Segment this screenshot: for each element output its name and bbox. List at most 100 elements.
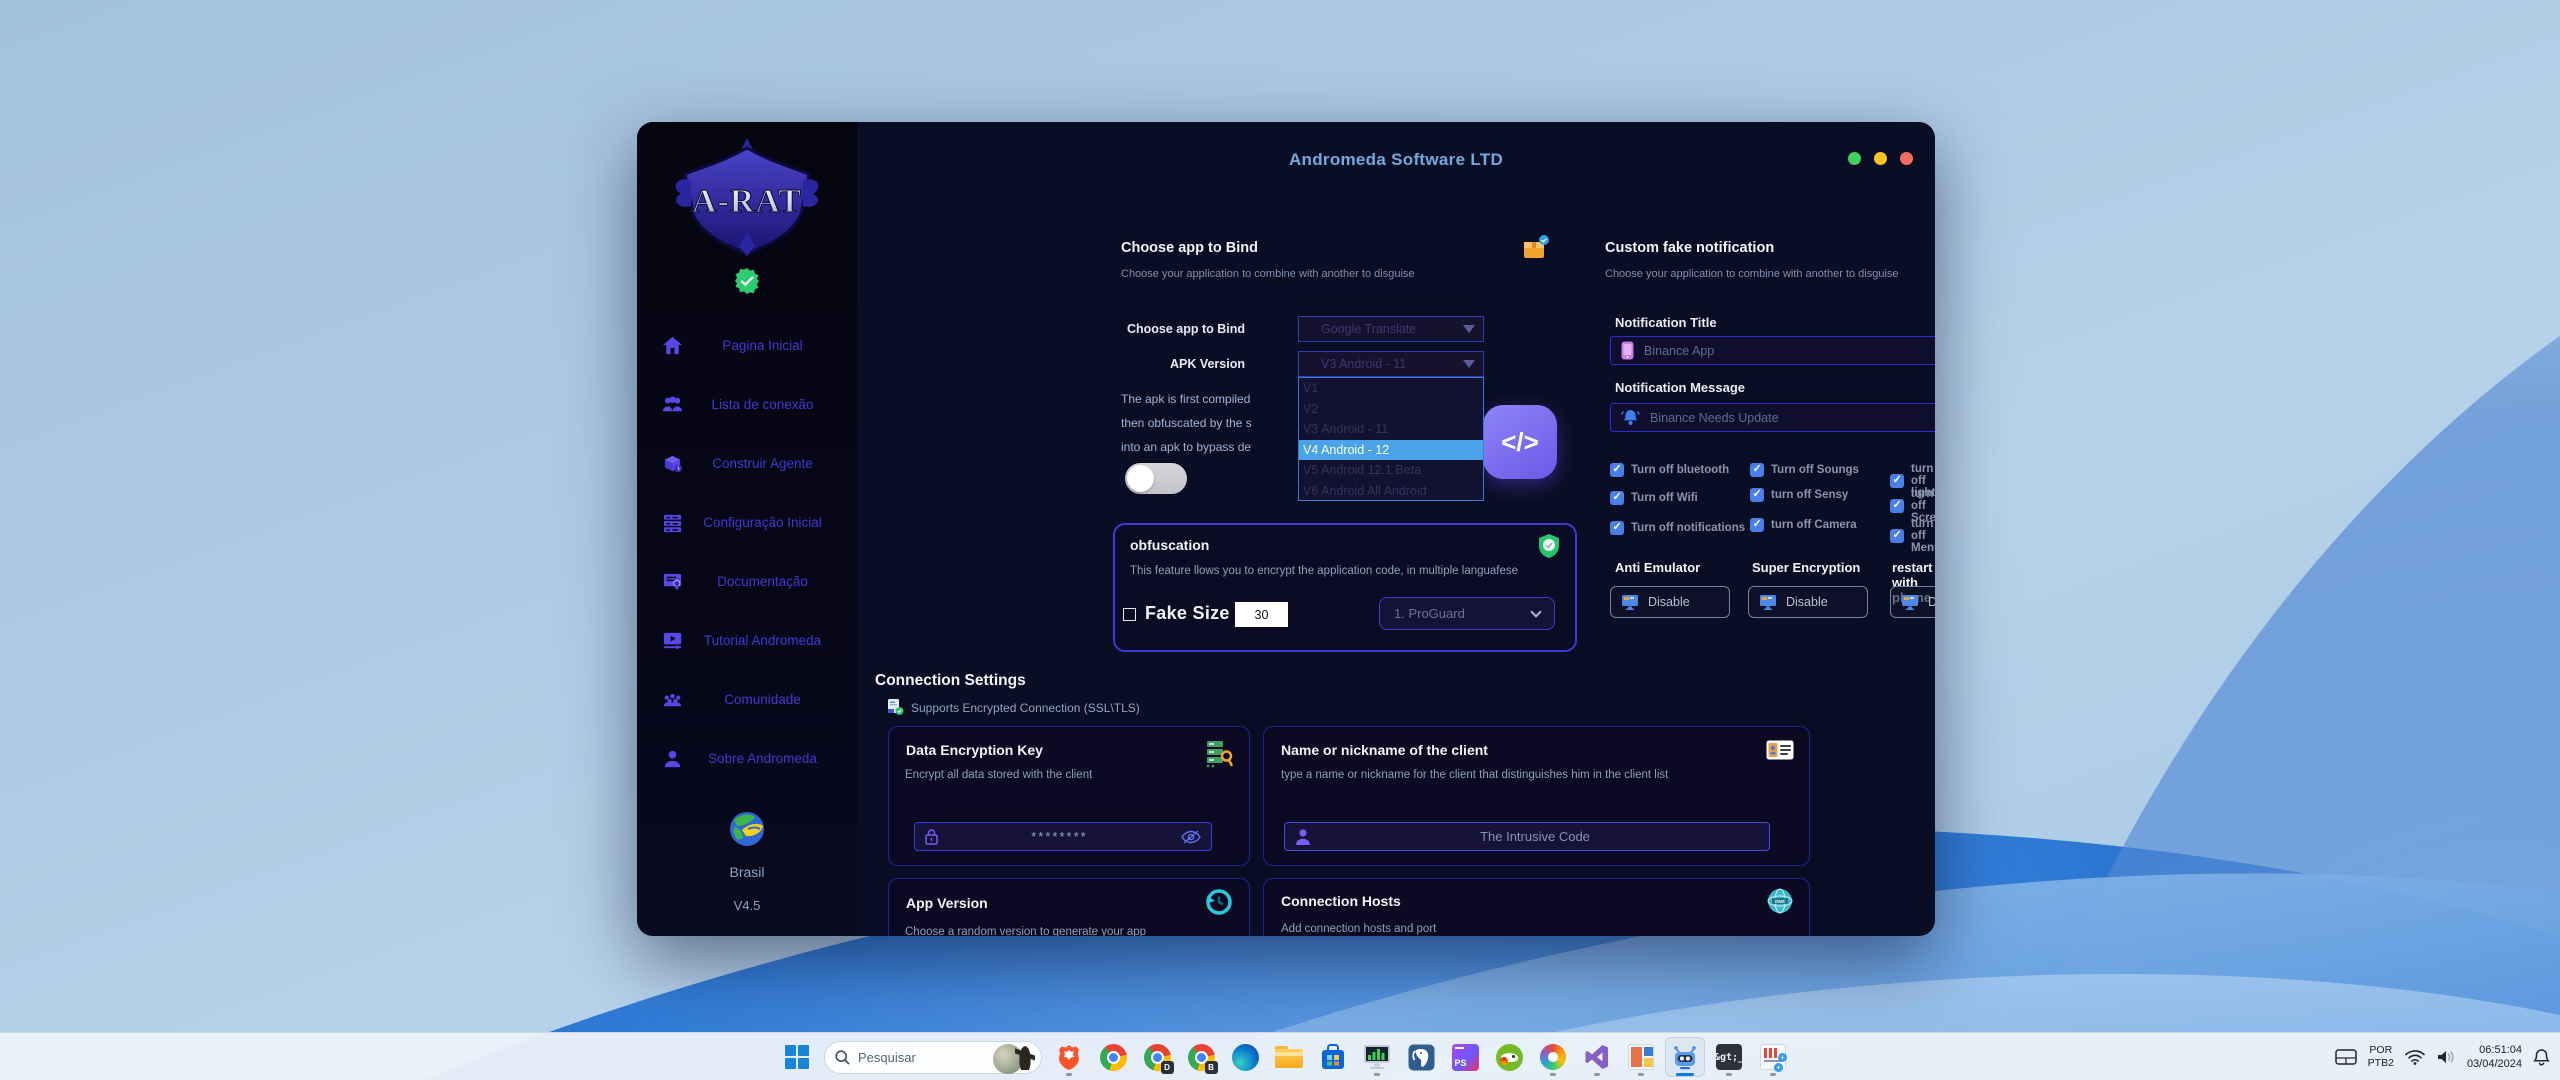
apk-option[interactable]: V6 Android All Android (1299, 481, 1483, 502)
checkbox-turn-off-sensy[interactable]: turn off Sensy (1750, 488, 1848, 502)
taskbar-app-apk-editor[interactable]: + + (1753, 1037, 1793, 1077)
sidebar-item-comunidade[interactable]: Comunidade (637, 679, 857, 719)
anti-emulator-disable-button[interactable]: Disable (1610, 586, 1730, 618)
checkbox-turn-off-notifications[interactable]: Turn off notifications (1610, 521, 1745, 535)
sidebar-item-pagina-inicial[interactable]: Pagina Inicial (637, 325, 857, 365)
checkbox-turn-off-menu[interactable]: turn off Menu (1890, 518, 1935, 554)
touchpad-icon[interactable] (2335, 1049, 2357, 1065)
apk-option[interactable]: V2 (1299, 399, 1483, 420)
taskbar-app-opensuse[interactable] (1489, 1037, 1529, 1077)
sidebar-item-construir-agente[interactable]: Construir Agente (637, 443, 857, 483)
nickname-field[interactable] (1284, 822, 1770, 851)
obfuscation-subtitle: This feature llows you to encrypt the ap… (1130, 565, 1518, 577)
taskbar-app-postgresql[interactable] (1401, 1037, 1441, 1077)
taskbar-app-file-explorer[interactable] (1269, 1037, 1309, 1077)
hosts-card-subtitle: Add connection hosts and port (1281, 923, 1436, 935)
sidebar-item-documentacao[interactable]: Documentação (637, 561, 857, 601)
sidebar-item-sobre-andromeda[interactable]: Sobre Andromeda (637, 738, 857, 778)
taskbar: Pesquisar D (0, 1032, 2560, 1080)
minimize-button[interactable] (1848, 152, 1861, 165)
windows-logo-icon (784, 1044, 810, 1070)
hosts-card-heading: Connection Hosts (1281, 893, 1401, 909)
encryption-key-input[interactable] (938, 829, 1181, 844)
chevron-down-icon (1530, 606, 1541, 617)
sidebar-item-lista-de-conexao[interactable]: Lista de conexão (637, 384, 857, 424)
taskbar-app-layout-tool[interactable] (1621, 1037, 1661, 1077)
apk-version-options: V1 V2 V3 Android - 11 V4 Android - 12 V5… (1298, 377, 1484, 501)
nickname-card: Name or nickname of the client type a na… (1263, 726, 1810, 866)
app-version-card: App Version Choose a random version to g… (888, 878, 1250, 936)
taskbar-app-task-manager[interactable] (1357, 1037, 1397, 1077)
taskbar-app-chrome[interactable] (1093, 1037, 1133, 1077)
postgresql-icon (1408, 1044, 1435, 1071)
taskbar-app-brave[interactable] (1049, 1037, 1089, 1077)
checkbox-turn-off-bluetooth[interactable]: Turn off bluetooth (1610, 463, 1729, 477)
ssl-note: Supports Encrypted Connection (SSL\TLS) (911, 701, 1140, 715)
taskbar-search[interactable]: Pesquisar (824, 1041, 1042, 1074)
sidebar-item-label: Comunidade (684, 692, 857, 707)
notification-center-icon[interactable] (2533, 1048, 2550, 1066)
language-indicator[interactable]: POR PTB2 (2368, 1044, 2394, 1070)
layout-icon (1628, 1044, 1654, 1070)
checkbox-turn-off-camera[interactable]: turn off Camera (1750, 518, 1857, 532)
taskbar-app-phpstorm[interactable]: PS (1445, 1037, 1485, 1077)
notification-title-input[interactable] (1644, 344, 1931, 358)
notification-section-subtitle: Choose your application to combine with … (1605, 268, 1899, 280)
fake-size-checkbox[interactable] (1123, 608, 1136, 621)
sidebar-item-configuracao-inicial[interactable]: Configuração Inicial (637, 502, 857, 542)
app-version-label: V4.5 (637, 898, 857, 913)
close-button[interactable] (1900, 152, 1913, 165)
taskbar-app-ms-store[interactable] (1313, 1037, 1353, 1077)
sidebar-item-label: Tutorial Andromeda (684, 633, 857, 648)
checkbox-label: turn off Menu (1911, 518, 1935, 554)
search-promo-image[interactable] (993, 1036, 1037, 1080)
start-button[interactable] (777, 1037, 817, 1077)
chrome-icon: D (1144, 1044, 1171, 1071)
bind-toggle[interactable] (1125, 463, 1187, 494)
eye-slash-icon[interactable] (1181, 830, 1201, 844)
sidebar-item-tutorial-andromeda[interactable]: Tutorial Andromeda (637, 620, 857, 660)
apk-option-selected[interactable]: V4 Android - 12 (1299, 440, 1483, 461)
checkbox-label: Turn off bluetooth (1631, 464, 1729, 476)
users-icon (661, 393, 684, 416)
taskbar-app-arat-robot[interactable] (1665, 1037, 1705, 1077)
checkbox-icon (1750, 488, 1764, 502)
checkbox-turn-off-sounds[interactable]: Turn off Soungs (1750, 463, 1859, 477)
bind-description-line: then obfuscated by the s (1121, 416, 1252, 430)
obfuscation-method-dropdown[interactable]: 1. ProGuard (1379, 597, 1555, 630)
apk-option[interactable]: V1 (1299, 378, 1483, 399)
taskbar-app-terminal[interactable]: &gt;_ (1709, 1037, 1749, 1077)
id-card-icon (1766, 740, 1794, 765)
notification-message-input[interactable] (1650, 411, 1931, 425)
restart-with-phone-disable-button[interactable]: Disable (1890, 586, 1935, 618)
nickname-input[interactable] (1311, 829, 1759, 844)
fake-size-input[interactable] (1235, 602, 1288, 627)
search-icon (835, 1050, 850, 1065)
app-version-card-heading: App Version (906, 895, 988, 911)
taskbar-app-chrome-profile-b[interactable]: B (1181, 1037, 1221, 1077)
phpstorm-icon: PS (1452, 1044, 1479, 1071)
notification-title-field[interactable] (1610, 336, 1935, 365)
build-code-button[interactable]: </> (1483, 405, 1557, 479)
checkbox-icon (1750, 463, 1764, 477)
taskbar-app-edge[interactable] (1225, 1037, 1265, 1077)
taskbar-app-chrome-profile-d[interactable]: D (1137, 1037, 1177, 1077)
super-encryption-disable-button[interactable]: Disable (1748, 586, 1868, 618)
checkbox-turn-off-wifi[interactable]: Turn off Wifi (1610, 491, 1698, 505)
apk-option[interactable]: V5 Android 12.1 Beta (1299, 460, 1483, 481)
apk-version-dropdown[interactable]: V3 Android - 11 (1298, 351, 1484, 377)
taskbar-app-photos[interactable] (1533, 1037, 1573, 1077)
window-controls (1848, 152, 1913, 165)
encryption-card-heading: Data Encryption Key (906, 742, 1043, 758)
obfuscation-heading: obfuscation (1130, 537, 1209, 553)
apk-option[interactable]: V3 Android - 11 (1299, 419, 1483, 440)
speaker-icon[interactable] (2436, 1049, 2456, 1065)
taskbar-clock[interactable]: 06:51:04 03/04/2024 (2467, 1043, 2522, 1072)
notification-message-field[interactable] (1610, 403, 1935, 432)
wifi-icon[interactable] (2405, 1049, 2425, 1065)
robot-icon (1671, 1044, 1699, 1070)
taskbar-app-visual-studio[interactable] (1577, 1037, 1617, 1077)
bind-app-dropdown[interactable]: Google Translate (1298, 316, 1484, 342)
maximize-button[interactable] (1874, 152, 1887, 165)
encryption-key-field[interactable] (914, 822, 1212, 851)
